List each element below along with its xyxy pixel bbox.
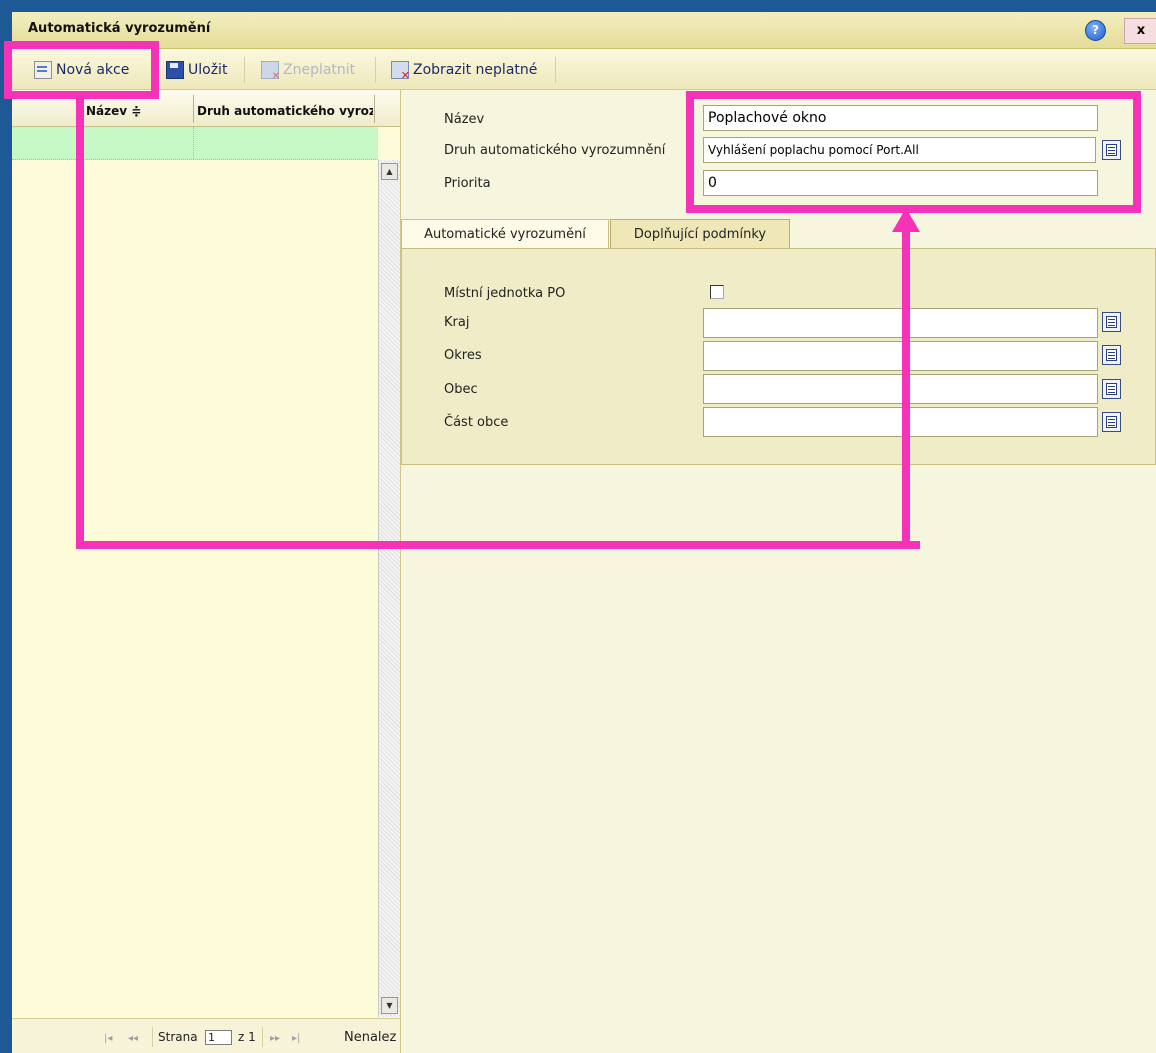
- annotation-arrow-up-icon: [892, 208, 920, 232]
- close-button[interactable]: x: [1124, 18, 1156, 44]
- page-count-label: z 1: [238, 1030, 256, 1044]
- annotation-highlight-new-action: [4, 41, 159, 99]
- municipality-picker-list-icon[interactable]: [1102, 379, 1121, 399]
- invalidate-icon: [261, 61, 280, 82]
- page-label: Strana: [158, 1030, 198, 1044]
- scroll-down-arrow-icon[interactable]: ▼: [381, 997, 398, 1014]
- municipality-part-picker-list-icon[interactable]: [1102, 412, 1121, 432]
- sort-icon: ≑: [131, 104, 142, 118]
- invalidate-label: Zneplatnit: [283, 62, 356, 78]
- column-divider[interactable]: [193, 95, 194, 123]
- save-label: Uložit: [188, 62, 228, 78]
- window-title: Automatická vyrozumění: [28, 21, 211, 36]
- save-button[interactable]: Uložit: [166, 59, 227, 81]
- tab-additional-conditions[interactable]: Doplňující podmínky: [610, 219, 790, 249]
- page-number-input[interactable]: 1: [205, 1030, 232, 1045]
- last-page-icon[interactable]: ▸|: [292, 1033, 300, 1044]
- name-label: Název: [444, 112, 485, 127]
- tab-automatic-notification[interactable]: Automatické vyrozumění: [401, 219, 609, 249]
- window-titlebar: Automatická vyrozumění ? x: [12, 12, 1156, 49]
- cell-divider: [193, 127, 195, 159]
- next-page-icon[interactable]: ▸▸: [270, 1033, 280, 1044]
- district-input[interactable]: [703, 341, 1098, 371]
- pager-separator: [262, 1027, 263, 1047]
- toolbar: Nová akce Uložit Zneplatnit Zobrazit nep…: [12, 49, 1156, 90]
- annotation-highlight-form-fields: [686, 91, 1141, 213]
- vertical-scrollbar[interactable]: ▲ ▼: [378, 160, 400, 1017]
- district-label: Okres: [444, 348, 482, 363]
- toolbar-separator: [375, 57, 376, 83]
- show-invalid-button[interactable]: Zobrazit neplatné: [391, 59, 538, 82]
- municipality-label: Obec: [444, 382, 478, 397]
- invalidate-button[interactable]: Zneplatnit: [261, 59, 356, 82]
- show-invalid-icon: [391, 61, 410, 82]
- pager-separator: [152, 1027, 153, 1047]
- column-header-name[interactable]: Název ≑: [86, 104, 141, 118]
- not-found-text: Nenalez: [344, 1030, 397, 1045]
- show-invalid-label: Zobrazit neplatné: [413, 62, 538, 78]
- local-unit-checkbox[interactable]: [710, 285, 724, 299]
- column-name-label: Název: [86, 104, 128, 118]
- column-divider[interactable]: [374, 95, 375, 123]
- region-label: Kraj: [444, 315, 470, 330]
- region-picker-list-icon[interactable]: [1102, 312, 1121, 332]
- scroll-up-arrow-icon[interactable]: ▲: [381, 163, 398, 180]
- municipality-part-label: Část obce: [444, 415, 509, 430]
- kind-label: Druh automatického vyrozumnění: [444, 143, 666, 158]
- table-row[interactable]: [12, 127, 378, 160]
- toolbar-separator: [555, 57, 556, 83]
- floppy-disk-icon: [166, 61, 184, 79]
- priority-label: Priorita: [444, 176, 491, 191]
- pager: |◂ ◂◂ Strana 1 z 1 ▸▸ ▸| Nenalez: [12, 1018, 400, 1053]
- annotation-connector: [76, 99, 84, 549]
- municipality-input[interactable]: [703, 374, 1098, 404]
- local-unit-label: Místní jednotka PO: [444, 286, 566, 301]
- annotation-connector: [902, 228, 910, 549]
- district-picker-list-icon[interactable]: [1102, 345, 1121, 365]
- region-input[interactable]: [703, 308, 1098, 338]
- first-page-icon[interactable]: |◂: [104, 1033, 112, 1044]
- records-grid-panel: Název ≑ Druh automatického vyrozu ▲ ▼ |◂…: [12, 90, 401, 1053]
- column-header-kind[interactable]: Druh automatického vyrozu: [197, 104, 373, 118]
- help-icon[interactable]: ?: [1085, 20, 1106, 41]
- previous-page-icon[interactable]: ◂◂: [128, 1033, 138, 1044]
- toolbar-separator: [244, 57, 245, 83]
- municipality-part-input[interactable]: [703, 407, 1098, 437]
- annotation-connector: [76, 541, 920, 549]
